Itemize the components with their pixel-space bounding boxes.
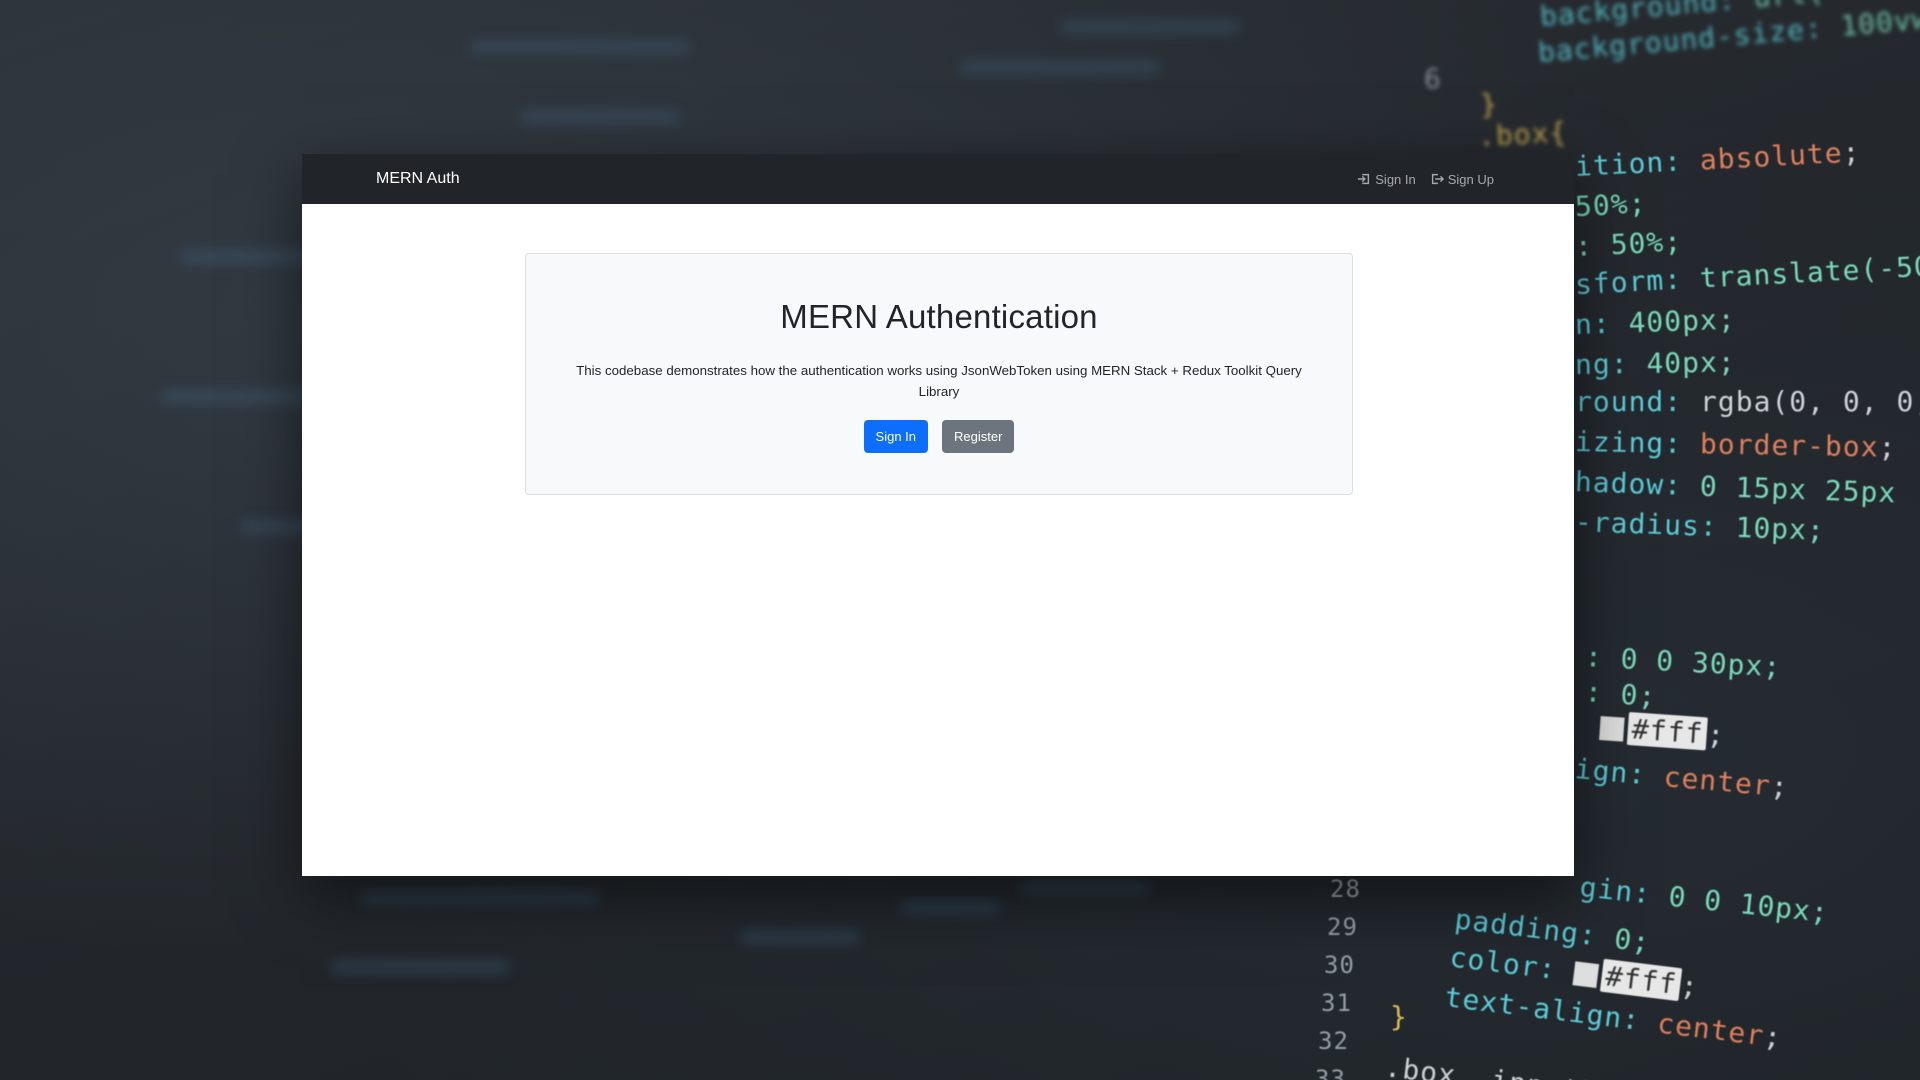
nav-sign-up-link[interactable]: Sign Up (1430, 172, 1494, 187)
code-line: 6 (1424, 62, 1442, 95)
code-line: } (1390, 1000, 1408, 1033)
blurred-code-fragment (740, 930, 860, 944)
code-line: gin: 0 0 10px; (1578, 870, 1831, 930)
sign-in-button[interactable]: Sign In (863, 420, 929, 453)
line-number: 30 (1324, 951, 1355, 979)
blurred-code-fragment (960, 60, 1160, 74)
nav-sign-up-label: Sign Up (1447, 171, 1494, 187)
code-line: n: 400px; (1574, 302, 1737, 341)
code-line: .box .inputBo (1383, 1050, 1617, 1080)
brand-link[interactable]: MERN Auth (376, 170, 460, 188)
code-line: ition: absolute; (1574, 135, 1862, 183)
sign-up-icon (1431, 173, 1444, 185)
code-line: } (1479, 87, 1499, 121)
nav-links: Sign In Sign Up (1357, 172, 1494, 187)
register-button[interactable]: Register (942, 420, 1015, 453)
browser-viewport: MERN Auth Sign In Sign Up MERN Authentic… (302, 154, 1574, 876)
code-line: ng: 40px; (1574, 345, 1736, 381)
code-line: .box{ (1477, 115, 1569, 153)
blurred-code-fragment (900, 900, 1000, 914)
code-line: #fff; (1599, 710, 1726, 752)
blurred-code-fragment (1060, 20, 1240, 34)
code-line: : 50%; (1574, 224, 1683, 263)
hero-title: MERN Authentication (780, 298, 1098, 335)
hero-description: This codebase demonstrates how the authe… (576, 363, 1302, 399)
nav-sign-in-label: Sign In (1375, 171, 1416, 187)
line-number: 32 (1318, 1027, 1349, 1055)
code-line: round: rgba(0, 0, 0, (1575, 385, 1920, 418)
code-line: 50%; (1574, 186, 1648, 223)
code-line: izing: border-box; (1574, 425, 1897, 464)
navbar: MERN Auth Sign In Sign Up (302, 154, 1574, 204)
blurred-code-fragment (520, 110, 680, 124)
hero-buttons: Sign In Register (863, 420, 1015, 453)
blurred-code-fragment (360, 890, 600, 904)
line-number: 29 (1327, 913, 1358, 941)
code-line: hadow: 0 15px 25px (1574, 465, 1897, 510)
line-number: 33 (1315, 1065, 1346, 1080)
nav-sign-in-link[interactable]: Sign In (1357, 171, 1416, 187)
code-line: -radius: 10px; (1574, 505, 1826, 547)
line-number: 28 (1330, 875, 1361, 903)
code-line: : 0; (1583, 675, 1658, 713)
hero-card: MERN Authentication This codebase demons… (525, 253, 1353, 495)
code-line: ign: center; (1573, 752, 1790, 804)
blurred-code-fragment (330, 960, 510, 974)
blurred-code-fragment (470, 40, 690, 54)
line-number: 31 (1321, 989, 1352, 1017)
blurred-code-fragment (1020, 880, 1150, 894)
sign-in-icon (1358, 173, 1370, 185)
